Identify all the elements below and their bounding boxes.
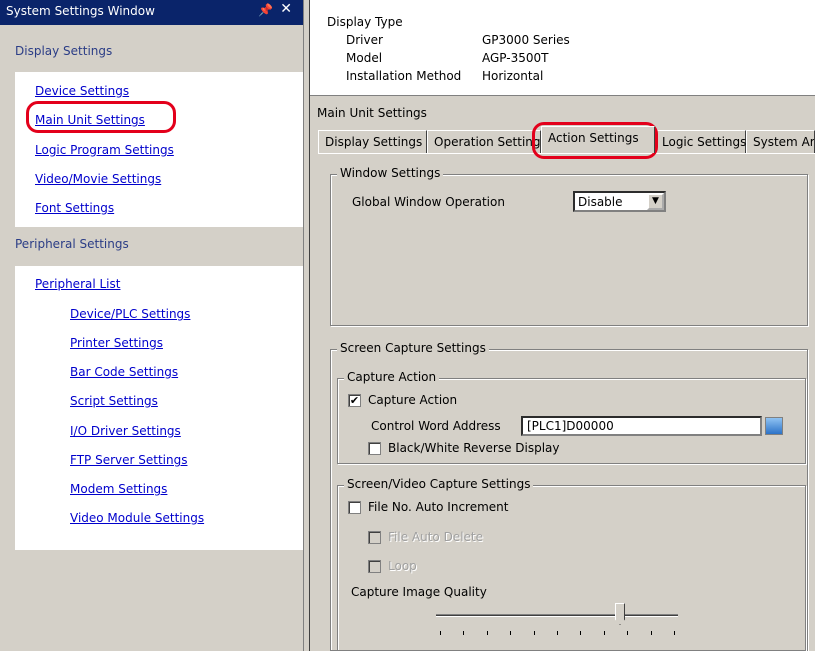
- io-driver-settings-link[interactable]: I/O Driver Settings: [70, 424, 181, 438]
- slider-tick: [627, 631, 628, 635]
- script-settings-link[interactable]: Script Settings: [70, 394, 158, 408]
- black-white-reverse-label: Black/White Reverse Display: [388, 441, 560, 455]
- screen-video-capture-group-label: Screen/Video Capture Settings: [344, 477, 534, 491]
- driver-value: GP3000 Series: [482, 33, 570, 47]
- modem-settings-link[interactable]: Modem Settings: [70, 482, 167, 496]
- slider-tick: [510, 631, 511, 635]
- device-plc-settings-link[interactable]: Device/PLC Settings: [70, 307, 190, 321]
- slider-tick: [674, 631, 675, 635]
- pin-icon[interactable]: 📌: [258, 3, 273, 17]
- image-quality-slider-track[interactable]: [436, 614, 678, 617]
- display-type-header: Display Type: [327, 15, 403, 29]
- global-window-operation-select[interactable]: Disable ▼: [573, 191, 666, 212]
- printer-settings-link[interactable]: Printer Settings: [70, 336, 163, 350]
- file-auto-delete-label: File Auto Delete: [388, 530, 483, 544]
- font-settings-link[interactable]: Font Settings: [35, 201, 114, 215]
- window-title: System Settings Window: [6, 4, 155, 18]
- slider-tick: [604, 631, 605, 635]
- video-movie-settings-link[interactable]: Video/Movie Settings: [35, 172, 161, 186]
- window-title-bar: System Settings Window 📌 ✕: [0, 0, 303, 25]
- display-settings-list: Device Settings Main Unit Settings Logic…: [15, 72, 303, 227]
- tab-system-area[interactable]: System Area: [746, 130, 815, 154]
- slider-tick: [580, 631, 581, 635]
- global-window-operation-label: Global Window Operation: [352, 195, 505, 209]
- main-unit-settings-header: Main Unit Settings: [317, 106, 427, 120]
- file-no-auto-increment-checkbox[interactable]: [348, 501, 361, 514]
- model-value: AGP-3500T: [482, 51, 549, 65]
- display-type-panel: Display Type Driver GP3000 Series Model …: [310, 0, 815, 95]
- slider-tick: [440, 631, 441, 635]
- display-settings-header[interactable]: Display Settings: [15, 44, 112, 58]
- capture-image-quality-label: Capture Image Quality: [351, 585, 487, 599]
- control-word-address-input[interactable]: [PLC1]D00000: [521, 416, 762, 436]
- logic-program-settings-link[interactable]: Logic Program Settings: [35, 143, 174, 157]
- slider-tick: [534, 631, 535, 635]
- peripheral-settings-header[interactable]: Peripheral Settings: [15, 237, 129, 251]
- peripheral-list-link[interactable]: Peripheral List: [35, 277, 120, 291]
- device-settings-link[interactable]: Device Settings: [35, 84, 129, 98]
- loop-checkbox[interactable]: [368, 560, 381, 573]
- tab-logic-settings[interactable]: Logic Settings: [655, 130, 746, 154]
- black-white-reverse-checkbox[interactable]: [368, 442, 381, 455]
- screen-capture-settings-label: Screen Capture Settings: [337, 341, 489, 355]
- panel-separator: [310, 95, 815, 96]
- address-picker-icon[interactable]: [765, 417, 783, 435]
- main-unit-settings-link[interactable]: Main Unit Settings: [35, 113, 145, 127]
- chevron-down-icon[interactable]: ▼: [647, 193, 664, 210]
- tab-strip-edge: [318, 153, 815, 154]
- ftp-server-settings-link[interactable]: FTP Server Settings: [70, 453, 187, 467]
- capture-action-checkbox-label: Capture Action: [368, 393, 458, 407]
- loop-label: Loop: [388, 559, 417, 573]
- capture-action-group-label: Capture Action: [344, 370, 440, 384]
- slider-tick: [487, 631, 488, 635]
- peripheral-settings-list: Peripheral List Device/PLC Settings Prin…: [15, 266, 303, 550]
- installation-method-label: Installation Method: [346, 69, 462, 83]
- global-window-operation-value: Disable: [578, 195, 623, 209]
- installation-method-value: Horizontal: [482, 69, 544, 83]
- tab-display-settings[interactable]: Display Settings: [318, 130, 427, 154]
- model-label: Model: [346, 51, 383, 65]
- driver-label: Driver: [346, 33, 383, 47]
- control-word-address-label: Control Word Address: [371, 419, 501, 433]
- slider-tick: [463, 631, 464, 635]
- video-module-settings-link[interactable]: Video Module Settings: [70, 511, 204, 525]
- tab-operation-settings[interactable]: Operation Settings: [427, 130, 547, 154]
- window-settings-label: Window Settings: [337, 166, 444, 180]
- capture-action-checkbox[interactable]: ✔: [348, 394, 361, 407]
- bar-code-settings-link[interactable]: Bar Code Settings: [70, 365, 178, 379]
- slider-tick: [557, 631, 558, 635]
- close-icon[interactable]: ✕: [280, 1, 292, 17]
- slider-tick: [651, 631, 652, 635]
- tab-action-settings[interactable]: Action Settings: [541, 126, 655, 153]
- file-no-auto-increment-label: File No. Auto Increment: [368, 500, 509, 514]
- file-auto-delete-checkbox[interactable]: [368, 531, 381, 544]
